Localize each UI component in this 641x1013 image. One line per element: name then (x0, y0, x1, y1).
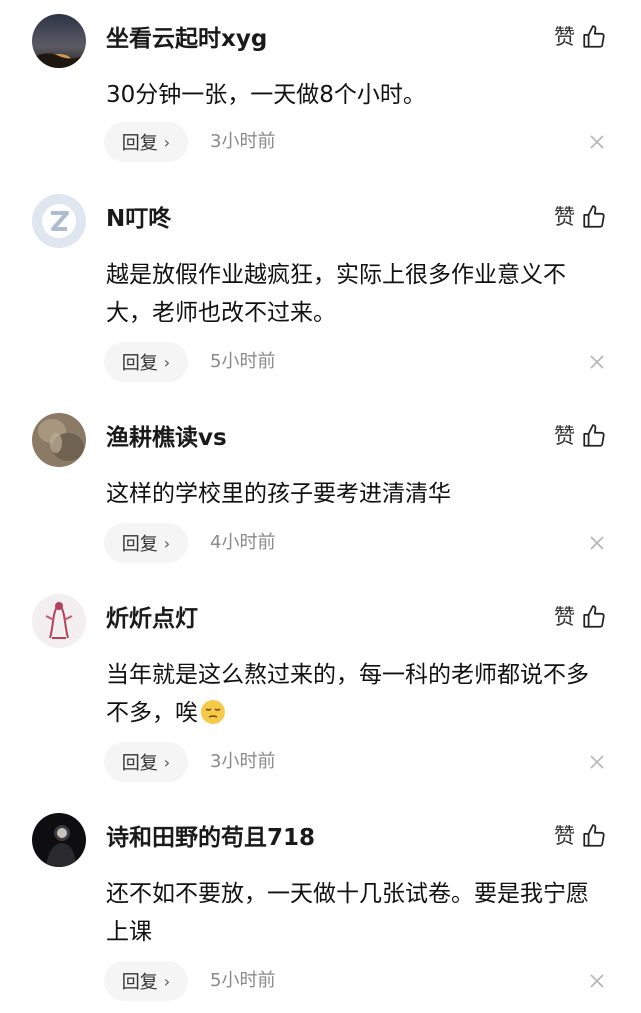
timestamp: 3小时前 (210, 131, 276, 152)
like-button[interactable]: 赞 (554, 821, 607, 851)
like-label: 赞 (554, 25, 575, 49)
chevron-right-icon: › (163, 132, 171, 152)
timestamp: 5小时前 (210, 970, 276, 991)
timestamp: 5小时前 (210, 351, 276, 372)
reply-label: 回复 (121, 133, 158, 154)
like-label: 赞 (554, 824, 575, 848)
thumbs-up-icon (581, 604, 607, 630)
like-label: 赞 (554, 424, 575, 448)
thumbs-up-icon (581, 204, 607, 230)
comment-footer: 回复 › 5小时前 (104, 961, 609, 1001)
reply-button[interactable]: 回复 › (104, 122, 188, 162)
pensive-face-icon (200, 699, 226, 725)
comment-footer: 回复 › 5小时前 (104, 342, 609, 382)
close-icon[interactable] (585, 122, 609, 162)
comment-item: 炘炘点灯 赞 当年就是这么熬过来的，每一科的老师都说不多不多，唉 回复 › 3小… (0, 594, 641, 794)
thumbs-up-icon (581, 423, 607, 449)
like-button[interactable]: 赞 (554, 202, 607, 232)
person-dark-avatar[interactable] (32, 813, 86, 867)
comment-item: 坐看云起时xyg 赞 30分钟一张，一天做8个小时。 回复 › 3小时前 (0, 14, 641, 174)
comment-item: 渔耕樵读vs 赞 这样的学校里的孩子要考进清清华 回复 › 4小时前 (0, 413, 641, 573)
comment-footer: 回复 › 4小时前 (104, 523, 609, 563)
comment-item: N叮咚 赞 越是放假作业越疯狂，实际上很多作业意义不大，老师也改不过来。 回复 … (0, 194, 641, 394)
reply-button[interactable]: 回复 › (104, 342, 188, 382)
comment-text: 30分钟一张，一天做8个小时。 (106, 82, 426, 108)
reply-label: 回复 (121, 972, 158, 993)
like-button[interactable]: 赞 (554, 602, 607, 632)
close-icon[interactable] (585, 742, 609, 782)
comment-list: 坐看云起时xyg 赞 30分钟一张，一天做8个小时。 回复 › 3小时前 N叮咚… (0, 0, 641, 1013)
reply-button[interactable]: 回复 › (104, 961, 188, 1001)
chevron-right-icon: › (163, 533, 171, 553)
like-button[interactable]: 赞 (554, 22, 607, 52)
chevron-right-icon: › (163, 352, 171, 372)
username[interactable]: 渔耕樵读vs (106, 423, 227, 453)
z-logo-avatar[interactable] (32, 194, 86, 248)
username[interactable]: N叮咚 (106, 204, 171, 234)
timestamp: 4小时前 (210, 532, 276, 553)
zodiac-avatar[interactable] (32, 594, 86, 648)
comment-footer: 回复 › 3小时前 (104, 122, 609, 162)
stone-avatar[interactable] (32, 413, 86, 467)
like-label: 赞 (554, 205, 575, 229)
chevron-right-icon: › (163, 752, 171, 772)
comment-text: 还不如不要放，一天做十几张试卷。要是我宁愿上课 (106, 881, 589, 945)
sunset-avatar[interactable] (32, 14, 86, 68)
reply-button[interactable]: 回复 › (104, 523, 188, 563)
like-label: 赞 (554, 605, 575, 629)
username[interactable]: 诗和田野的苟且718 (106, 823, 315, 853)
thumbs-up-icon (581, 823, 607, 849)
like-button[interactable]: 赞 (554, 421, 607, 451)
username[interactable]: 炘炘点灯 (106, 604, 198, 634)
comment-item: 诗和田野的苟且718 赞 还不如不要放，一天做十几张试卷。要是我宁愿上课 回复 … (0, 813, 641, 1013)
chevron-right-icon: › (163, 971, 171, 991)
comment-footer: 回复 › 3小时前 (104, 742, 609, 782)
reply-button[interactable]: 回复 › (104, 742, 188, 782)
reply-label: 回复 (121, 353, 158, 374)
thumbs-up-icon (581, 24, 607, 50)
username[interactable]: 坐看云起时xyg (106, 24, 267, 54)
timestamp: 3小时前 (210, 751, 276, 772)
close-icon[interactable] (585, 342, 609, 382)
comment-text: 这样的学校里的孩子要考进清清华 (106, 481, 451, 507)
comment-text: 当年就是这么熬过来的，每一科的老师都说不多不多，唉 (106, 662, 589, 726)
reply-label: 回复 (121, 534, 158, 555)
reply-label: 回复 (121, 753, 158, 774)
comment-text: 越是放假作业越疯狂，实际上很多作业意义不大，老师也改不过来。 (106, 262, 566, 326)
close-icon[interactable] (585, 961, 609, 1001)
close-icon[interactable] (585, 523, 609, 563)
